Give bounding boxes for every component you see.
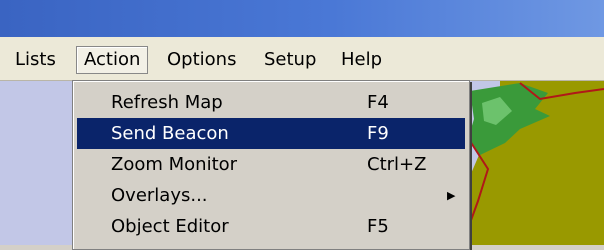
menu-item-shortcut: Ctrl+Z xyxy=(367,154,427,175)
menu-item-shortcut: F5 xyxy=(367,216,389,237)
menu-item-label: Overlays... xyxy=(111,185,208,206)
menu-item-label: Zoom Monitor xyxy=(111,154,238,175)
menu-item-refresh-map[interactable]: Refresh Map F4 xyxy=(77,87,465,118)
menu-item-object-editor[interactable]: Object Editor F5 xyxy=(77,211,465,242)
menu-item-send-beacon[interactable]: Send Beacon F9 xyxy=(77,118,465,149)
submenu-arrow-icon: ▶ xyxy=(447,189,456,202)
menu-item-label: Object Editor xyxy=(111,216,229,237)
menu-item-zoom-monitor[interactable]: Zoom Monitor Ctrl+Z xyxy=(77,149,465,180)
menu-options[interactable]: Options xyxy=(160,46,243,74)
menu-item-shortcut: F9 xyxy=(367,123,389,144)
menu-bar: Lists Action Options Setup Help xyxy=(0,37,604,81)
action-dropdown-menu: Refresh Map F4 Send Beacon F9 Zoom Monitor Ct… xyxy=(72,80,470,250)
menu-item-label: Send Beacon xyxy=(111,123,229,144)
window-title-bar[interactable] xyxy=(0,0,604,37)
menu-item-overlays[interactable]: Overlays... ▶ xyxy=(77,180,465,211)
menu-item-shortcut: F4 xyxy=(367,92,389,113)
menu-action[interactable]: Action xyxy=(76,46,149,74)
menu-help[interactable]: Help xyxy=(334,46,389,74)
menu-setup[interactable]: Setup xyxy=(257,46,323,74)
menu-lists[interactable]: Lists xyxy=(8,46,63,74)
menu-item-label: Refresh Map xyxy=(111,92,223,113)
